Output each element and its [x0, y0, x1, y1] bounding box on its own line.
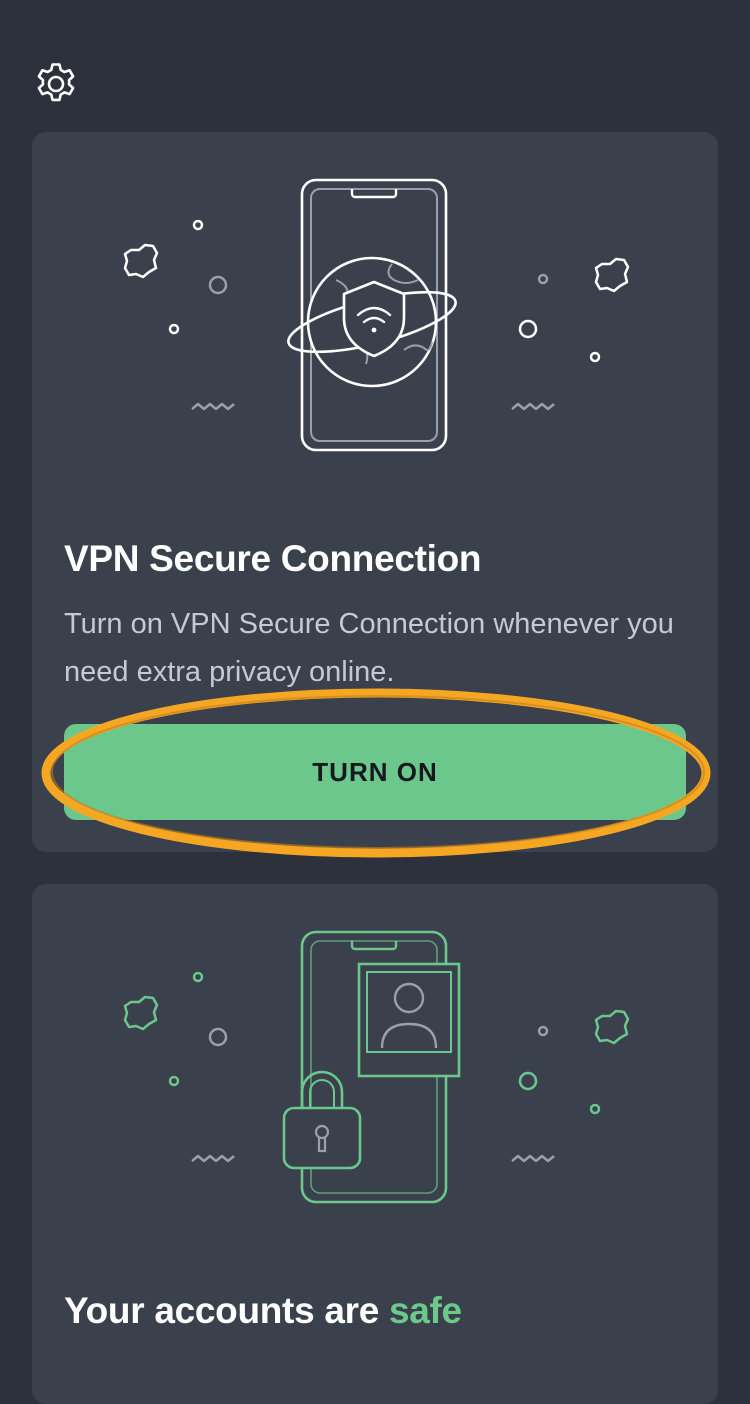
accounts-title-prefix: Your accounts are [64, 1290, 389, 1331]
accounts-card-title: Your accounts are safe [64, 1290, 462, 1332]
phone-profile-lock-icon [123, 930, 630, 1204]
phone-globe-shield-icon [123, 178, 630, 452]
settings-button[interactable] [30, 58, 82, 110]
accounts-card: Your accounts are safe [32, 884, 718, 1404]
accounts-title-accent: safe [388, 1290, 462, 1331]
turn-on-button[interactable]: TURN ON [64, 724, 686, 820]
gear-icon [37, 63, 75, 102]
vpn-card-title: VPN Secure Connection [64, 538, 482, 579]
vpn-card: VPN Secure Connection Turn on VPN Secure… [32, 132, 718, 852]
vpn-card-description: Turn on VPN Secure Connection whenever y… [64, 608, 674, 688]
